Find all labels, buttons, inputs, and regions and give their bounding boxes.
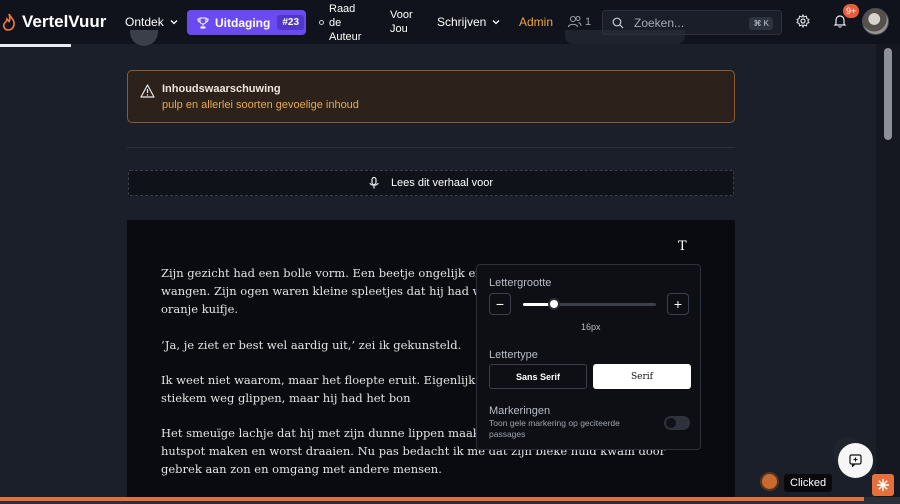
font-size-value: 16px (581, 322, 601, 332)
reading-progress-bar (0, 497, 900, 504)
search-icon (612, 17, 624, 28)
brand-name: VertelVuur (22, 12, 107, 31)
users-icon (567, 15, 582, 28)
nav-raad-label: Raad de Auteur (329, 3, 362, 43)
challenge-label: Uitdaging (215, 15, 271, 30)
read-aloud-label: Lees dit verhaal voor (390, 177, 494, 189)
font-size-label: Lettergrootte (489, 277, 552, 289)
sparkle-button[interactable] (872, 474, 894, 496)
warning-title: Inhoudswaarschuwing (162, 83, 281, 95)
nav-admin[interactable]: Admin (519, 0, 553, 44)
clicked-tooltip: Clicked (784, 474, 833, 492)
font-size-slider[interactable] (523, 298, 656, 310)
friends-button[interactable]: 1 (567, 14, 591, 29)
nav-admin-label: Admin (519, 15, 554, 29)
font-size-increase-button[interactable]: + (667, 293, 689, 315)
search-shortcut: ⌘ K (749, 17, 773, 30)
user-avatar[interactable] (862, 8, 889, 35)
comment-fab-button[interactable] (838, 443, 873, 478)
nav-ontdek-label: Ontdek (125, 15, 164, 29)
scrollbar-thumb[interactable] (884, 48, 892, 140)
font-option-serif[interactable]: Serif (593, 364, 691, 389)
reading-settings-popover: Lettergrootte − + 16px Lettertype Sans S… (476, 264, 701, 450)
chevron-down-icon (170, 20, 178, 25)
font-option-sans-label: Sans Serif (515, 371, 561, 382)
markings-description: Toon gele markering op geciteerde passag… (489, 418, 620, 439)
brand-logo[interactable]: VertelVuur (0, 0, 106, 44)
minus-icon: − (495, 296, 505, 312)
font-option-serif-label: Serif (630, 371, 653, 382)
font-size-decrease-button[interactable]: − (489, 293, 511, 315)
search-input[interactable] (634, 15, 744, 30)
slider-handle[interactable] (547, 298, 560, 310)
divider (127, 147, 735, 148)
markings-toggle[interactable] (664, 416, 690, 430)
trophy-icon (197, 17, 209, 28)
text-settings-button[interactable]: T (678, 239, 687, 254)
content-warning: Inhoudswaarschuwing pulp en allerlei soo… (127, 70, 735, 123)
nav-schrijven[interactable]: Schrijven (437, 0, 500, 44)
read-aloud-button[interactable]: Lees dit verhaal voor (128, 170, 734, 196)
nav-voor-jou[interactable]: Voor Jou (390, 8, 420, 36)
notifications-badge: 9+ (843, 4, 860, 18)
nav-schrijven-label: Schrijven (437, 15, 487, 29)
font-option-sans-serif[interactable]: Sans Serif (489, 364, 587, 389)
reading-progress-fill (0, 497, 864, 501)
nav-voor-jou-label: Voor Jou (390, 9, 413, 35)
friends-count: 1 (585, 15, 592, 28)
circle-icon (319, 20, 324, 25)
chevron-down-icon (492, 20, 500, 25)
page-scrollbar[interactable] (876, 44, 900, 504)
author-meta-shadow (565, 30, 685, 44)
warning-triangle-icon (140, 84, 155, 98)
challenge-button[interactable]: Uitdaging #23 (187, 10, 306, 35)
challenge-number-badge: #23 (277, 15, 305, 30)
warning-description: pulp en allerlei soorten gevoelige inhou… (162, 99, 359, 111)
click-indicator-dot (760, 472, 779, 491)
flame-icon (2, 13, 15, 31)
markings-label: Markeringen (489, 405, 551, 417)
toggle-knob (666, 418, 676, 428)
font-type-label: Lettertype (489, 349, 538, 361)
microphone-icon (369, 177, 379, 189)
sparkle-icon (877, 479, 889, 491)
active-nav-indicator (0, 44, 71, 47)
add-comment-icon (849, 454, 862, 467)
plus-icon: + (673, 296, 683, 312)
gear-icon[interactable] (796, 14, 810, 28)
